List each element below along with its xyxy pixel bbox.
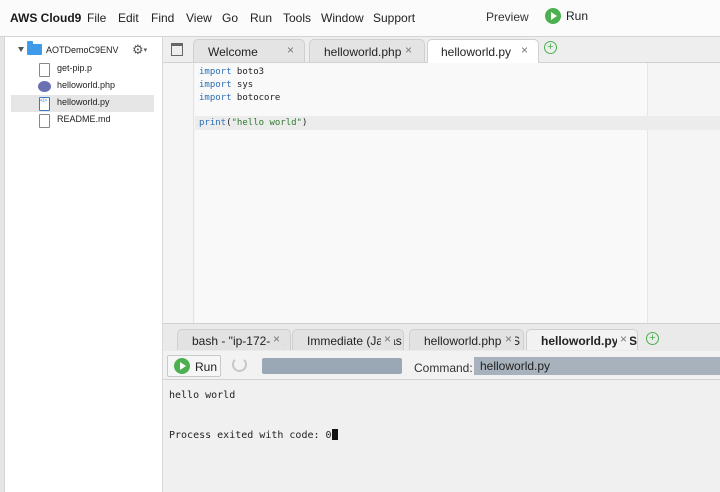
code-string: "hello world" [231, 118, 302, 128]
code-keyword: import [199, 93, 232, 103]
tree-file-label: get-pip.p [57, 63, 93, 73]
app-title: AWS Cloud9 [10, 11, 82, 25]
caret-down-icon[interactable] [18, 47, 24, 52]
code-line: import sys [199, 80, 253, 90]
file-icon [39, 63, 50, 77]
run-button[interactable]: Run [167, 355, 221, 377]
menu-tools[interactable]: Tools [283, 11, 311, 25]
tree-file-readme[interactable]: README.md [11, 112, 154, 129]
code-keyword: import [199, 67, 232, 77]
run-icon [545, 8, 561, 24]
editor-gutter [163, 63, 194, 323]
code-keyword: print [199, 118, 227, 128]
tree-root-label[interactable]: AOTDemoC9ENV [46, 45, 119, 55]
output-line-text: Process exited with code: 0 [169, 430, 332, 441]
gear-icon[interactable]: ⚙▾ [132, 42, 147, 58]
code-line: print("hello world") [199, 118, 307, 128]
tab-helloworld-py[interactable]: helloworld.py × [427, 39, 539, 64]
close-icon[interactable]: × [270, 332, 284, 346]
code-text: boto3 [231, 67, 265, 77]
text-cursor [331, 429, 338, 440]
tab-helloworld-py-run[interactable]: helloworld.py - S × [526, 329, 638, 350]
tab-menu-icon[interactable] [171, 43, 183, 56]
run-button-top-label: Run [566, 9, 589, 23]
tree-file-label: helloworld.php [57, 80, 116, 90]
close-icon[interactable]: × [617, 332, 631, 346]
tab-label: Welcome [208, 45, 258, 59]
tree-file-helloworld-py[interactable]: helloworld.py [11, 95, 154, 112]
menu-view[interactable]: View [186, 11, 212, 25]
menu-support[interactable]: Support [373, 11, 415, 25]
output-line: hello world [169, 390, 236, 401]
code-keyword: import [199, 80, 232, 90]
output-line: Process exited with code: 0 [169, 429, 338, 441]
tab-welcome[interactable]: Welcome × [193, 39, 305, 62]
menu-window[interactable]: Window [321, 11, 364, 25]
close-icon[interactable]: × [287, 43, 294, 57]
run-button-label: Run [195, 360, 218, 374]
tab-bash[interactable]: bash - "ip-172-31 × [177, 329, 291, 350]
menu-run[interactable]: Run [250, 11, 272, 25]
code-line: import boto3 [199, 67, 264, 77]
close-icon[interactable]: × [521, 43, 528, 57]
command-input[interactable] [474, 357, 720, 375]
code-text: ) [301, 118, 308, 128]
python-icon [39, 97, 50, 111]
tab-label: helloworld.py [441, 45, 512, 59]
tab-helloworld-php[interactable]: helloworld.php × [309, 39, 425, 62]
print-margin-line [647, 63, 648, 323]
tree-file-get-pip[interactable]: get-pip.p [11, 61, 154, 78]
add-tab-icon[interactable]: + [544, 41, 557, 54]
code-text: sys [231, 80, 254, 90]
restart-icon[interactable] [232, 357, 247, 372]
runner-selector[interactable] [262, 358, 402, 374]
close-icon[interactable]: × [381, 332, 395, 346]
tab-helloworld-php-run[interactable]: helloworld.php - S × [409, 329, 524, 350]
menu-edit[interactable]: Edit [118, 11, 139, 25]
code-text: botocore [231, 93, 281, 103]
close-icon[interactable]: × [502, 332, 516, 346]
run-icon [174, 358, 190, 374]
menu-file[interactable]: File [87, 11, 106, 25]
code-line: import botocore [199, 93, 280, 103]
file-icon [39, 114, 50, 128]
menu-go[interactable]: Go [222, 11, 238, 25]
run-button-top[interactable]: Run [545, 8, 588, 26]
php-icon [38, 81, 51, 92]
menu-find[interactable]: Find [151, 11, 174, 25]
tab-immediate[interactable]: Immediate (Javas × [292, 329, 404, 350]
tree-file-label: README.md [57, 114, 111, 124]
command-label: Command: [414, 361, 473, 375]
tab-label: helloworld.php [324, 45, 402, 59]
add-terminal-tab-icon[interactable]: + [646, 332, 659, 345]
tree-file-label: helloworld.py [57, 97, 110, 107]
preview-button[interactable]: Preview [486, 10, 529, 24]
close-icon[interactable]: × [405, 43, 412, 57]
tree-file-helloworld-php[interactable]: helloworld.php [11, 78, 154, 95]
folder-icon [27, 41, 42, 55]
